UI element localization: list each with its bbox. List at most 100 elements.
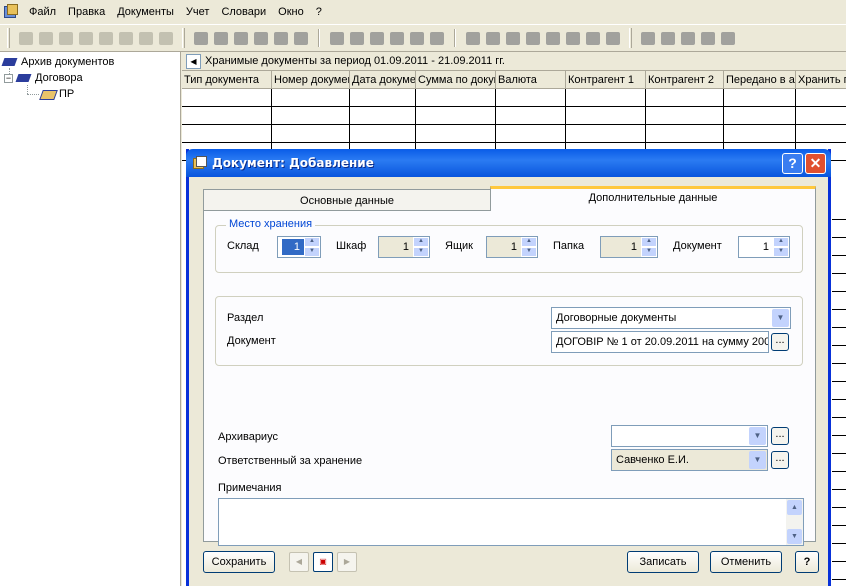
building-icon[interactable] [387, 28, 407, 48]
monitor-icon[interactable] [211, 28, 231, 48]
spin-up-icon[interactable]: ▲ [521, 237, 537, 247]
box-spin-arrows[interactable]: ▲ ▼ [521, 237, 537, 257]
spin-up-icon[interactable]: ▲ [773, 237, 789, 247]
chevron-down-icon[interactable]: ▼ [772, 309, 789, 327]
menu-file[interactable]: Файл [23, 2, 62, 22]
spin-down-icon[interactable]: ▼ [413, 247, 429, 257]
tab-main-data[interactable]: Основные данные [203, 189, 491, 212]
responsible-browse-button[interactable]: ... [771, 451, 789, 469]
transfer-icon[interactable] [583, 28, 603, 48]
box-spinner[interactable]: 1 ▲ ▼ [486, 236, 538, 258]
notes-textarea[interactable]: ▲ ▼ [218, 498, 804, 546]
archive-icon[interactable] [191, 28, 211, 48]
titlebar-help-button[interactable]: ? [782, 153, 803, 174]
chevron-down-icon[interactable]: ▼ [749, 451, 766, 469]
chevron-down-icon[interactable]: ▼ [749, 427, 766, 445]
folder-spin-arrows[interactable]: ▲ ▼ [641, 237, 657, 257]
cabinet-spinner[interactable]: 1 ▲ ▼ [378, 236, 430, 258]
document-export-icon[interactable] [271, 28, 291, 48]
spin-up-icon[interactable]: ▲ [641, 237, 657, 247]
tools-icon[interactable] [658, 28, 678, 48]
menu-edit[interactable]: Правка [62, 2, 111, 22]
clear-filter-icon[interactable] [116, 28, 136, 48]
group-icon[interactable] [523, 28, 543, 48]
warehouse-spinner[interactable]: 1 ▲ ▼ [277, 236, 321, 258]
stack-icon[interactable] [367, 28, 387, 48]
copy-document-icon[interactable] [36, 28, 56, 48]
column-header[interactable]: Сумма по докуме [416, 71, 496, 88]
column-header[interactable]: Тип документа [182, 71, 272, 88]
import-icon[interactable] [231, 28, 251, 48]
table-row[interactable] [182, 107, 846, 125]
tab-additional-data[interactable]: Дополнительные данные [490, 186, 816, 211]
tree-item-contracts[interactable]: − Договора [4, 70, 83, 86]
document-spin-arrows[interactable]: ▲ ▼ [773, 237, 789, 257]
document-number-value[interactable]: 1 [739, 237, 773, 257]
document-field[interactable]: ДОГОВІР № 1 от 20.09.2011 на сумму 200 [551, 331, 769, 353]
toolbar-grip[interactable] [629, 28, 632, 48]
menu-window[interactable]: Окно [272, 2, 310, 22]
archivist-select[interactable]: ▼ [611, 425, 768, 447]
calculator-icon[interactable] [638, 28, 658, 48]
cabinet-spin-arrows[interactable]: ▲ ▼ [413, 237, 429, 257]
document-list-icon[interactable] [291, 28, 311, 48]
help-button[interactable]: ? [795, 551, 819, 573]
close-icon[interactable]: ✕ [805, 153, 826, 174]
spin-up-icon[interactable]: ▲ [413, 237, 429, 247]
exit-icon[interactable] [718, 28, 738, 48]
wrench-icon[interactable] [698, 28, 718, 48]
cancel-button[interactable]: Отменить [710, 551, 782, 573]
settings-icon[interactable] [543, 28, 563, 48]
dialog-titlebar[interactable]: Документ: Добавление ? ✕ [186, 149, 831, 177]
archivist-browse-button[interactable]: ... [771, 427, 789, 445]
save-button[interactable]: Сохранить [203, 551, 275, 573]
responsible-select[interactable]: Савченко Е.И. ▼ [611, 449, 768, 471]
section-value[interactable]: Договорные документы [552, 308, 771, 328]
folder-icon[interactable] [327, 28, 347, 48]
collapse-icon[interactable]: − [4, 73, 13, 83]
menu-dictionaries[interactable]: Словари [215, 2, 272, 22]
user-icon[interactable] [463, 28, 483, 48]
spin-up-icon[interactable]: ▲ [304, 237, 320, 247]
archivist-value[interactable] [612, 426, 748, 446]
warehouse-spin-arrows[interactable]: ▲ ▼ [304, 237, 320, 257]
tree-item-archive[interactable]: Архив документов [2, 54, 114, 70]
document-red-icon[interactable]: ▣ [313, 552, 333, 572]
column-header[interactable]: Контрагент 1 [566, 71, 646, 88]
refresh-icon[interactable] [156, 28, 176, 48]
record-button[interactable]: Записать [627, 551, 699, 573]
previous-record-icon[interactable]: ◀ [289, 552, 309, 572]
box-value[interactable]: 1 [487, 237, 521, 257]
section-select[interactable]: Договорные документы ▼ [551, 307, 791, 329]
document-browse-button[interactable]: ... [771, 333, 789, 351]
column-header[interactable]: Дата докуме [350, 71, 416, 88]
spin-down-icon[interactable]: ▼ [521, 247, 537, 257]
binder-icon[interactable] [347, 28, 367, 48]
print-icon[interactable] [136, 28, 156, 48]
column-header[interactable]: Номер докумен [272, 71, 350, 88]
back-arrow-icon[interactable]: ◀ [186, 53, 201, 69]
currency-icon[interactable] [483, 28, 503, 48]
table-row[interactable] [182, 89, 846, 107]
notes-scrollbar[interactable]: ▲ ▼ [786, 499, 803, 545]
package-icon[interactable] [407, 28, 427, 48]
spin-down-icon[interactable]: ▼ [773, 247, 789, 257]
folder-dark-icon[interactable] [678, 28, 698, 48]
scroll-up-icon[interactable]: ▲ [787, 500, 802, 515]
toolbar-grip[interactable] [182, 28, 185, 48]
column-header[interactable]: Валюта [496, 71, 566, 88]
scroll-down-icon[interactable]: ▼ [787, 529, 802, 544]
book-icon[interactable] [503, 28, 523, 48]
document-number-spinner[interactable]: 1 ▲ ▼ [738, 236, 790, 258]
report-icon[interactable] [427, 28, 447, 48]
shelf-icon[interactable] [251, 28, 271, 48]
filter-icon[interactable] [96, 28, 116, 48]
menu-accounting[interactable]: Учет [180, 2, 216, 22]
new-document-icon[interactable] [16, 28, 36, 48]
edit-document-icon[interactable] [56, 28, 76, 48]
warehouse-value[interactable]: 1 [282, 239, 304, 255]
spin-down-icon[interactable]: ▼ [304, 247, 320, 257]
column-header[interactable]: Передано в а [724, 71, 796, 88]
menu-documents[interactable]: Документы [111, 2, 180, 22]
column-header[interactable]: Контрагент 2 [646, 71, 724, 88]
